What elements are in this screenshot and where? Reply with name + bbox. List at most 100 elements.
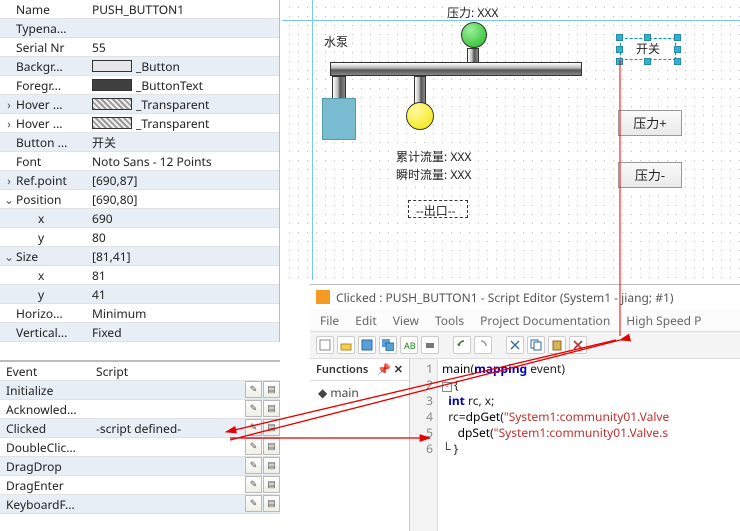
property-row[interactable]: Button ...开关 [0, 133, 279, 152]
copy-icon[interactable] [527, 336, 545, 354]
menu-view[interactable]: View [393, 312, 419, 329]
code-source[interactable]: main(mapping event) -{ int rc, x; rc=dpG… [438, 359, 673, 531]
script-icon[interactable]: ▤ [263, 419, 280, 436]
wizard-icon[interactable]: ✎ [245, 381, 262, 398]
property-row[interactable]: y41 [0, 285, 279, 304]
designer-canvas[interactable]: 压力: XXX 水泵 开关 累计流量: XXX 瞬时流量: XXX --出口--… [282, 0, 740, 280]
print-icon[interactable] [421, 336, 439, 354]
property-value[interactable]: _Button [88, 58, 279, 75]
property-row[interactable]: Typena... [0, 19, 279, 38]
script-icon[interactable]: ▤ [263, 438, 280, 455]
wizard-icon[interactable]: ✎ [245, 476, 262, 493]
property-value[interactable]: [81,41] [88, 248, 279, 265]
property-value[interactable]: [690,80] [88, 191, 279, 208]
open-icon[interactable] [337, 336, 355, 354]
property-value[interactable]: 690 [88, 210, 279, 227]
wizard-icon[interactable]: ✎ [245, 419, 262, 436]
function-item-main[interactable]: ◆ main [310, 381, 409, 404]
property-row[interactable]: Horizo...Minimum [0, 304, 279, 323]
property-row[interactable]: Vertical...Fixed [0, 323, 279, 342]
property-value[interactable]: Noto Sans - 12 Points [88, 153, 279, 170]
handle[interactable] [644, 58, 651, 65]
property-row[interactable]: Foregr..._ButtonText [0, 76, 279, 95]
event-row[interactable]: KeyboardF...✎▤ [0, 495, 280, 514]
property-value[interactable]: 80 [88, 229, 279, 246]
property-value[interactable]: 开关 [88, 134, 279, 151]
property-row[interactable]: ›Hover ..._Transparent [0, 95, 279, 114]
pressure-up-button[interactable]: 压力+ [618, 110, 682, 136]
wizard-icon[interactable]: ✎ [245, 495, 262, 512]
handle[interactable] [616, 58, 623, 65]
cut-icon[interactable] [506, 336, 524, 354]
wizard-icon[interactable]: ✎ [245, 438, 262, 455]
pressure-down-button[interactable]: 压力- [618, 162, 682, 188]
handle[interactable] [674, 34, 681, 41]
push-button-switch[interactable]: 开关 [620, 38, 676, 60]
property-row[interactable]: ⌄Size[81,41] [0, 247, 279, 266]
expand-icon[interactable]: ⌄ [2, 248, 16, 265]
menu-hispeed[interactable]: High Speed P [626, 312, 701, 329]
color-swatch[interactable] [92, 60, 132, 72]
event-row[interactable]: DragDrop✎▤ [0, 457, 280, 476]
property-value[interactable]: _Transparent [88, 115, 279, 132]
script-icon[interactable]: ▤ [263, 495, 280, 512]
menu-edit[interactable]: Edit [355, 312, 376, 329]
paste-icon[interactable] [548, 336, 566, 354]
property-label: Name [16, 1, 88, 18]
redo-icon[interactable] [474, 336, 492, 354]
property-row[interactable]: ›Ref.point[690,87] [0, 171, 279, 190]
property-row[interactable]: FontNoto Sans - 12 Points [0, 152, 279, 171]
color-swatch[interactable] [92, 79, 132, 91]
property-row[interactable]: NamePUSH_BUTTON1 [0, 0, 279, 19]
code-editor[interactable]: 1 2 3 4 5 6 main(mapping event) -{ int r… [410, 359, 740, 531]
color-swatch[interactable] [92, 98, 132, 110]
property-row[interactable]: ⌄Position[690,80] [0, 190, 279, 209]
event-row[interactable]: Acknowled...✎▤ [0, 400, 280, 419]
menu-projdoc[interactable]: Project Documentation [480, 312, 610, 329]
property-value[interactable]: 55 [88, 39, 279, 56]
saveall-icon[interactable] [379, 336, 397, 354]
property-row[interactable]: x690 [0, 209, 279, 228]
property-value[interactable]: _Transparent [88, 96, 279, 113]
handle[interactable] [644, 34, 651, 41]
pin-icon[interactable]: 📌 ✕ [377, 362, 403, 377]
handle[interactable] [616, 34, 623, 41]
handle[interactable] [616, 46, 623, 53]
expand-icon[interactable]: › [2, 172, 16, 189]
script-icon[interactable]: ▤ [263, 457, 280, 474]
event-row[interactable]: Clicked-script defined-✎▤ [0, 419, 280, 438]
undo-icon[interactable] [453, 336, 471, 354]
property-value[interactable]: 41 [88, 286, 279, 303]
wizard-icon[interactable]: ✎ [245, 457, 262, 474]
handle[interactable] [674, 58, 681, 65]
property-value[interactable]: Minimum [88, 305, 279, 322]
color-swatch[interactable] [92, 117, 132, 129]
property-row[interactable]: Serial Nr55 [0, 38, 279, 57]
property-value[interactable]: [690,87] [88, 172, 279, 189]
script-icon[interactable]: ▤ [263, 381, 280, 398]
property-value[interactable]: 81 [88, 267, 279, 284]
menu-tools[interactable]: Tools [435, 312, 464, 329]
expand-icon[interactable]: ⌄ [2, 191, 16, 208]
delete-icon[interactable] [569, 336, 587, 354]
property-row[interactable]: y80 [0, 228, 279, 247]
property-value[interactable]: _ButtonText [88, 77, 279, 94]
event-row[interactable]: Initialize✎▤ [0, 381, 280, 400]
property-value[interactable]: PUSH_BUTTON1 [88, 1, 279, 18]
property-row[interactable]: x81 [0, 266, 279, 285]
new-icon[interactable] [316, 336, 334, 354]
handle[interactable] [674, 46, 681, 53]
expand-icon[interactable]: › [2, 96, 16, 113]
property-row[interactable]: ›Hover ..._Transparent [0, 114, 279, 133]
property-value[interactable]: Fixed [88, 324, 279, 341]
check-icon[interactable]: ABC [400, 336, 418, 354]
event-row[interactable]: DoubleClic...✎▤ [0, 438, 280, 457]
expand-icon[interactable]: › [2, 115, 16, 132]
event-row[interactable]: DragEnter✎▤ [0, 476, 280, 495]
script-icon[interactable]: ▤ [263, 400, 280, 417]
property-row[interactable]: Backgr..._Button [0, 57, 279, 76]
script-icon[interactable]: ▤ [263, 476, 280, 493]
save-icon[interactable] [358, 336, 376, 354]
wizard-icon[interactable]: ✎ [245, 400, 262, 417]
menu-file[interactable]: File [320, 312, 339, 329]
